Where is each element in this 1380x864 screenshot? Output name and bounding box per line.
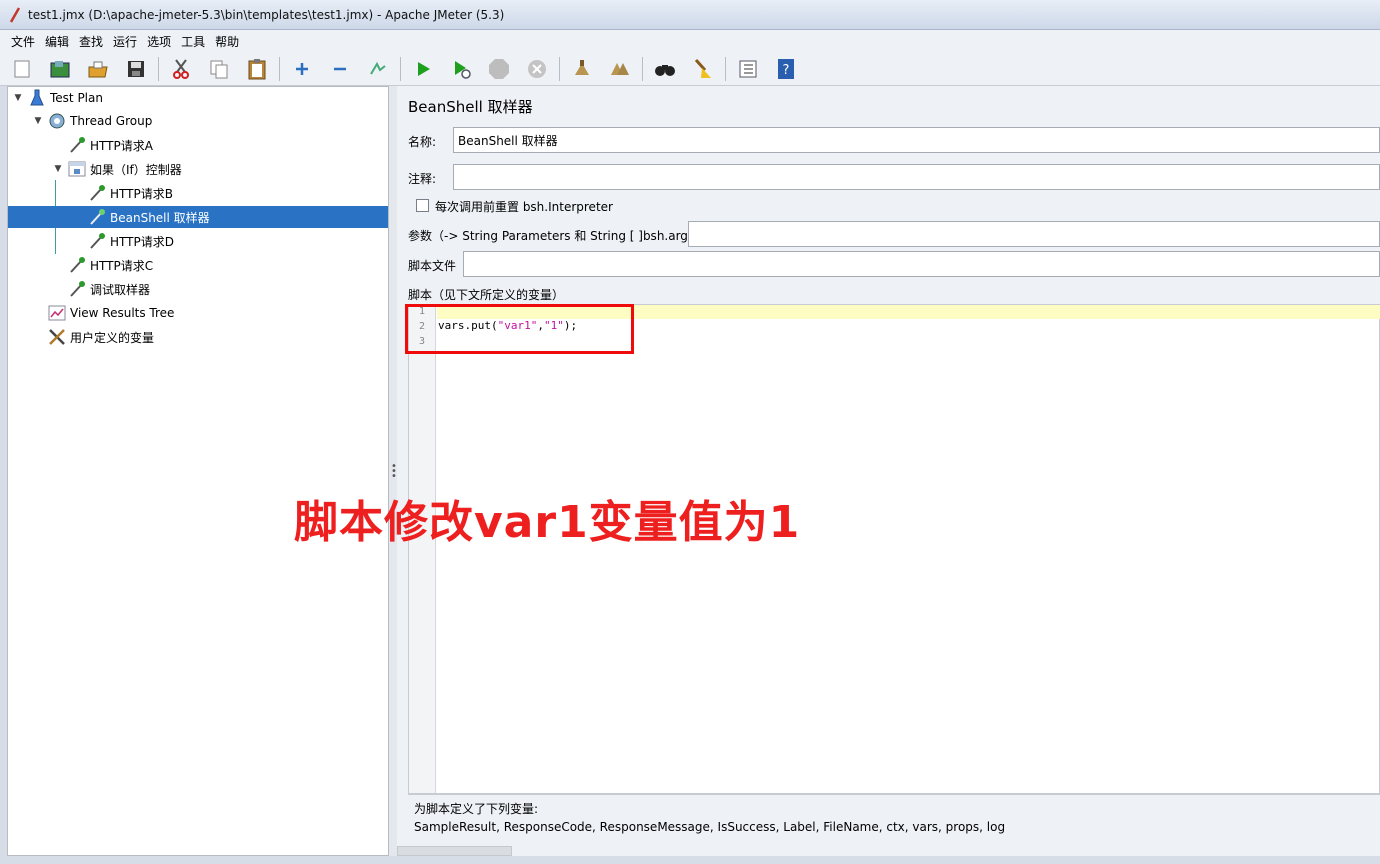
tree-node-thread-group[interactable]: ▼ Thread Group (32, 110, 152, 132)
menu-file[interactable]: 文件 (6, 33, 40, 50)
save-icon[interactable] (122, 55, 150, 83)
sampler-icon (88, 232, 106, 250)
tree-node-if-controller[interactable]: ▼ 如果（If）控制器 (52, 158, 182, 180)
panel-splitter[interactable]: • • • (389, 86, 397, 856)
jmeter-feather-icon (9, 6, 21, 23)
sampler-icon (88, 184, 106, 202)
sampler-icon (68, 256, 86, 274)
toolbar-separator (158, 56, 159, 81)
svg-text:?: ? (783, 63, 790, 78)
info-title: 为脚本定义了下列变量: (414, 802, 539, 816)
sampler-icon (68, 136, 86, 154)
tree-node-label: HTTP请求C (90, 258, 154, 273)
paste-icon[interactable] (243, 55, 271, 83)
tree-node-beanshell-sampler[interactable]: BeanShell 取样器 (8, 206, 388, 228)
params-field[interactable] (688, 221, 1380, 247)
new-icon[interactable] (8, 55, 36, 83)
if-controller-icon (68, 160, 86, 178)
toolbar-separator (725, 56, 726, 81)
tree-node-label: BeanShell 取样器 (110, 210, 210, 225)
toggle-icon[interactable] (364, 55, 392, 83)
toolbar-separator (400, 56, 401, 81)
reset-interpreter-label: 每次调用前重置 bsh.Interpreter (435, 200, 613, 214)
collapse-arrow-icon[interactable]: ▼ (52, 164, 64, 174)
code-highlight-box (405, 304, 634, 354)
comment-label: 注释: (408, 172, 437, 186)
script-variables-info: 为脚本定义了下列变量: SampleResult, ResponseCode, … (408, 794, 1380, 840)
tree-node-http-a[interactable]: HTTP请求A (68, 134, 153, 156)
toolbar-separator (642, 56, 643, 81)
collapse-icon[interactable] (326, 55, 354, 83)
info-variables: SampleResult, ResponseCode, ResponseMess… (414, 820, 1006, 834)
panel-title: BeanShell 取样器 (408, 98, 533, 116)
collapse-arrow-icon[interactable]: ▼ (12, 93, 24, 103)
start-icon[interactable] (409, 55, 437, 83)
script-file-field[interactable] (463, 251, 1380, 277)
function-helper-icon[interactable] (734, 55, 762, 83)
menu-edit[interactable]: 编辑 (40, 33, 74, 50)
collapse-arrow-icon[interactable]: ▼ (32, 116, 44, 126)
tree-node-debug-sampler[interactable]: 调试取样器 (68, 278, 150, 300)
clear-all-icon[interactable] (606, 55, 634, 83)
sampler-icon (68, 280, 86, 298)
tree-node-label: 调试取样器 (90, 282, 151, 297)
tree-node-label: Thread Group (70, 114, 153, 128)
search-icon[interactable] (651, 55, 679, 83)
tree-node-label: 用户定义的变量 (70, 330, 155, 345)
name-label: 名称: (408, 135, 437, 149)
open-icon[interactable] (84, 55, 112, 83)
tree-node-label: Test Plan (50, 91, 103, 105)
tree-node-label: HTTP请求D (110, 234, 174, 249)
script-label: 脚本（见下文所定义的变量） (408, 288, 565, 302)
tree-node-test-plan[interactable]: ▼ Test Plan (12, 87, 103, 109)
toolbar-separator (559, 56, 560, 81)
tree-node-label: View Results Tree (70, 306, 175, 320)
thread-group-icon (48, 112, 66, 130)
cut-icon[interactable] (167, 55, 195, 83)
copy-icon[interactable] (205, 55, 233, 83)
menu-tools[interactable]: 工具 (176, 33, 210, 50)
script-file-label: 脚本文件 (408, 259, 457, 273)
expand-icon[interactable] (288, 55, 316, 83)
tree-node-label: 如果（If）控制器 (90, 162, 182, 177)
menu-run[interactable]: 运行 (108, 33, 142, 50)
annotation-text: 脚本修改var1变量值为1 (294, 497, 801, 548)
menu-help[interactable]: 帮助 (210, 33, 244, 50)
test-plan-icon (28, 89, 46, 107)
params-label: 参数（-> String Parameters 和 String [ ]bsh.… (408, 229, 707, 243)
toolbar: ? (0, 52, 1380, 86)
sampler-icon (88, 208, 106, 226)
sampler-config-panel: BeanShell 取样器 名称: BeanShell 取样器 注释: 每次调用… (397, 86, 1380, 856)
reset-search-icon[interactable] (689, 55, 717, 83)
reset-interpreter-checkbox[interactable] (416, 199, 429, 212)
tree-node-user-defined-variables[interactable]: 用户定义的变量 (48, 326, 154, 348)
chart-icon (48, 304, 66, 322)
help-icon[interactable]: ? (772, 55, 800, 83)
horizontal-scrollbar[interactable] (397, 846, 512, 856)
menu-search[interactable]: 查找 (74, 33, 108, 50)
tree-node-view-results-tree[interactable]: View Results Tree (48, 302, 174, 324)
shutdown-icon[interactable] (523, 55, 551, 83)
tree-node-http-d[interactable]: HTTP请求D (88, 230, 174, 252)
test-plan-tree: ▼ Test Plan ▼ Thread Group HTTP请求A ▼ 如果（… (7, 86, 389, 856)
tools-icon (48, 328, 66, 346)
comment-field[interactable] (453, 164, 1380, 190)
tree-node-label: HTTP请求A (90, 138, 153, 153)
start-no-pause-icon[interactable] (447, 55, 475, 83)
tree-node-http-c[interactable]: HTTP请求C (68, 254, 153, 276)
menu-bar: 文件 编辑 查找 运行 选项 工具 帮助 (0, 30, 1380, 52)
splitter-grip-icon: • • • (391, 461, 397, 482)
templates-icon[interactable] (46, 55, 74, 83)
tree-node-http-b[interactable]: HTTP请求B (88, 182, 173, 204)
tree-node-label: HTTP请求B (110, 186, 173, 201)
name-field[interactable]: BeanShell 取样器 (453, 127, 1380, 153)
stop-icon[interactable] (485, 55, 513, 83)
toolbar-separator (279, 56, 280, 81)
clear-icon[interactable] (568, 55, 596, 83)
menu-options[interactable]: 选项 (142, 33, 176, 50)
window-title: test1.jmx (D:\apache-jmeter-5.3\bin\temp… (28, 7, 505, 22)
title-bar: test1.jmx (D:\apache-jmeter-5.3\bin\temp… (0, 0, 1380, 30)
